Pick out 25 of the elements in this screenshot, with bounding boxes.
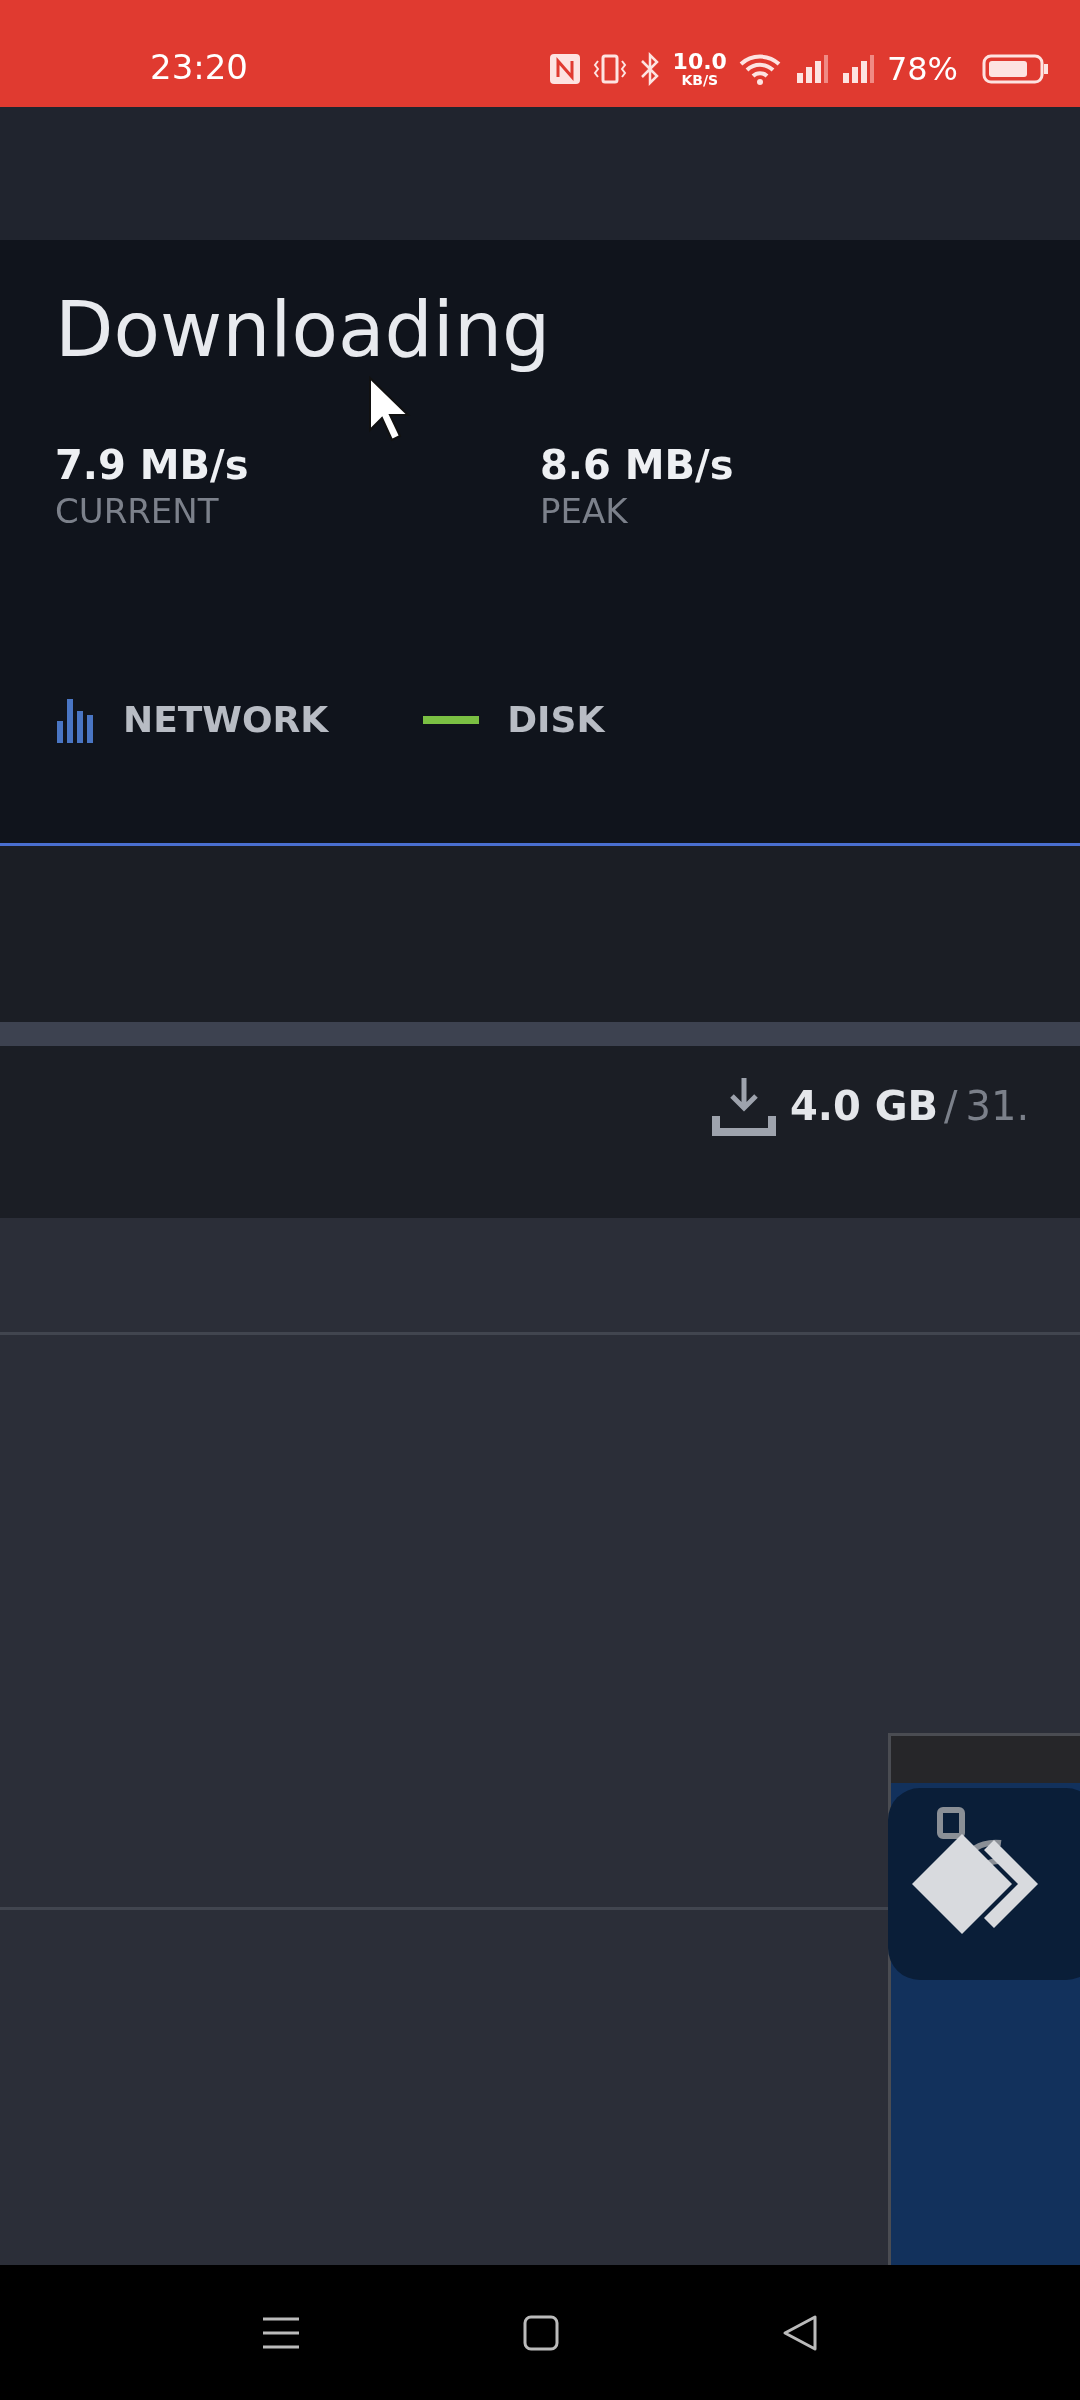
speed-value: 8.6 MB/s <box>540 441 735 490</box>
wifi-icon <box>738 52 783 86</box>
mouse-pointer-icon <box>368 376 412 442</box>
battery-percent: 78% <box>886 49 958 90</box>
speed-value: 7.9 MB/s <box>55 441 250 490</box>
speed-label: PEAK <box>540 490 629 533</box>
battery-icon <box>982 53 1050 85</box>
signal-icon <box>840 53 875 85</box>
back-icon[interactable] <box>781 2313 820 2352</box>
network-speed-unit: KB/S <box>681 73 719 87</box>
home-button-icon[interactable] <box>522 2313 560 2352</box>
total-size: 31. <box>965 1082 1030 1131</box>
nfc-icon <box>548 53 581 85</box>
vibrate-icon <box>592 53 627 85</box>
remote-app-icon <box>888 1788 1080 1980</box>
network-speed: 10.0 <box>672 51 727 73</box>
bluetooth-icon <box>638 52 661 86</box>
legend-label: DISK <box>507 697 605 742</box>
separator: / <box>944 1082 958 1131</box>
clock: 23:20 <box>150 46 248 89</box>
download-icon <box>712 1076 776 1136</box>
signal-icon <box>794 53 829 85</box>
speed-label: CURRENT <box>55 490 220 533</box>
legend-label: NETWORK <box>123 697 329 742</box>
downloaded-size: 4.0 GB <box>790 1082 939 1131</box>
